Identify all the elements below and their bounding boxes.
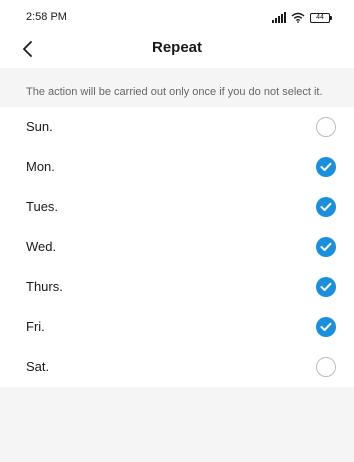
check-icon xyxy=(320,322,332,331)
day-label: Thurs. xyxy=(26,279,63,294)
check-icon xyxy=(320,202,332,211)
check-icon xyxy=(320,162,332,171)
check-icon xyxy=(320,282,332,291)
checkbox-mon[interactable] xyxy=(316,157,336,177)
day-label: Fri. xyxy=(26,319,45,334)
checkbox-sat[interactable] xyxy=(316,357,336,377)
signal-icon xyxy=(272,12,286,23)
day-label: Tues. xyxy=(26,199,59,214)
status-icons: 44 xyxy=(272,9,332,23)
battery-level: 44 xyxy=(316,14,324,21)
checkbox-wed[interactable] xyxy=(316,237,336,257)
checkbox-fri[interactable] xyxy=(316,317,336,337)
checkbox-tues[interactable] xyxy=(316,197,336,217)
day-row-thurs[interactable]: Thurs. xyxy=(0,267,354,307)
day-label: Sun. xyxy=(26,119,53,134)
hint-text: The action will be carried out only once… xyxy=(26,86,323,98)
status-time: 2:58 PM xyxy=(26,11,67,23)
day-label: Sat. xyxy=(26,359,50,374)
day-row-tues[interactable]: Tues. xyxy=(0,187,354,227)
day-row-mon[interactable]: Mon. xyxy=(0,147,354,187)
page-title: Repeat xyxy=(151,39,203,56)
day-row-fri[interactable]: Fri. xyxy=(0,307,354,347)
day-row-sat[interactable]: Sat. xyxy=(0,347,354,387)
check-icon xyxy=(320,242,332,251)
day-list: Sun. Mon. Tues. Wed. Thurs. Fri. Sat. xyxy=(0,107,354,387)
day-row-sun[interactable]: Sun. xyxy=(0,107,354,147)
day-label: Wed. xyxy=(26,239,57,254)
status-bar: 2:58 PM 44 xyxy=(0,0,354,30)
battery-icon: 44 xyxy=(310,13,332,23)
header: Repeat xyxy=(0,30,354,68)
checkbox-thurs[interactable] xyxy=(316,277,336,297)
day-label: Mon. xyxy=(26,159,55,174)
checkbox-sun[interactable] xyxy=(316,117,336,137)
day-row-wed[interactable]: Wed. xyxy=(0,227,354,267)
wifi-icon xyxy=(291,12,305,23)
